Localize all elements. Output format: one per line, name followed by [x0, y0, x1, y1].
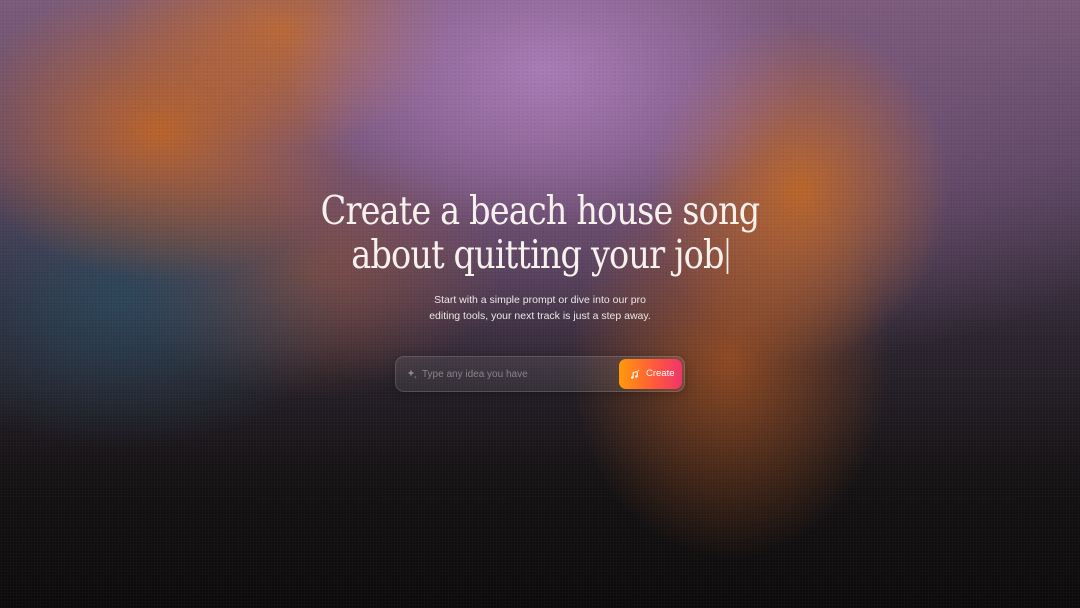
headline-line-2-text: about quitting your job: [351, 233, 724, 278]
hero-headline: Create a beach house song about quitting…: [76, 190, 1005, 278]
hero-section: Create a beach house song about quitting…: [0, 190, 1080, 324]
headline-line-2: about quitting your job: [76, 234, 1005, 278]
hero-subtitle: Start with a simple prompt or dive into …: [360, 292, 720, 324]
headline-line-1: Create a beach house song: [320, 189, 761, 234]
subtitle-line-2: editing tools, your next track is just a…: [429, 310, 651, 322]
page-background: Create a beach house song about quitting…: [0, 0, 1080, 608]
prompt-box: Create: [395, 356, 685, 392]
create-button[interactable]: Create: [619, 359, 682, 389]
text-cursor: [727, 238, 729, 274]
create-button-label: Create: [646, 368, 675, 379]
subtitle-line-1: Start with a simple prompt or dive into …: [434, 294, 646, 306]
music-note-sparkle-icon: [630, 369, 640, 379]
prompt-input[interactable]: [422, 365, 612, 383]
sparkle-icon: [407, 369, 417, 379]
